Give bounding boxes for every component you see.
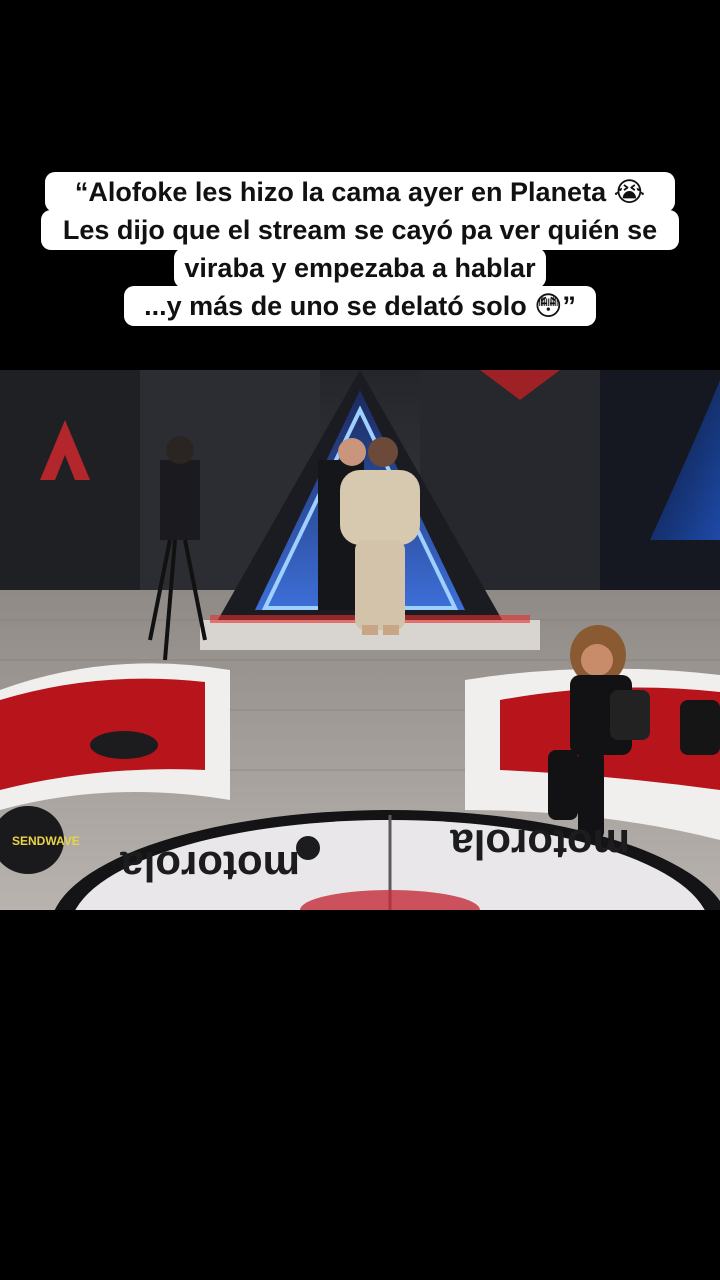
cushion-right	[680, 700, 720, 755]
caption-overlay: “Alofoke les hizo la cama ayer en Planet…	[0, 172, 720, 326]
cushion-left	[90, 731, 158, 759]
caption-line-1: “Alofoke les hizo la cama ayer en Planet…	[44, 172, 676, 212]
cushion-brand-text: SENDWAVE	[12, 834, 80, 848]
camera-operator	[160, 460, 200, 540]
motorola-logo-icon	[296, 836, 320, 860]
caption-line-2: Les dijo que el stream se cayó pa ver qu…	[40, 210, 680, 250]
video-frame[interactable]: SENDWAVE motorola motorola	[0, 370, 720, 910]
caption-line-3: viraba y empezaba a hablar	[174, 248, 546, 288]
floor-logo-right: motorola	[450, 821, 630, 868]
floor-logo-left: motorola	[120, 843, 300, 890]
studio-scene: SENDWAVE motorola motorola	[0, 370, 720, 910]
caption-line-4: ...y más de uno se delató solo 😳”	[124, 286, 596, 326]
